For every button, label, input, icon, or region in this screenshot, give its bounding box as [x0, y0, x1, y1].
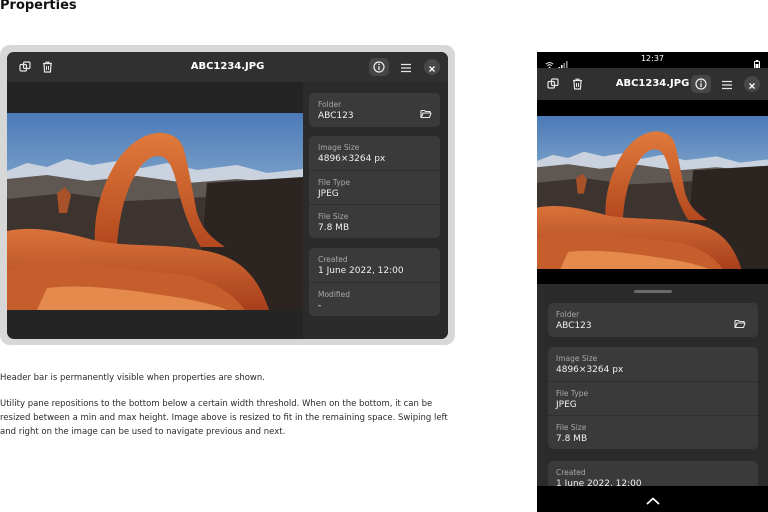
desktop-window: ABC1234.JPG Folder ABC123 Image Size 489…: [7, 52, 448, 339]
bottom-gesture-bar[interactable]: [537, 486, 768, 512]
mobile-close-button[interactable]: [744, 76, 760, 92]
file-size-value: 7.8 MB: [318, 223, 350, 233]
dates-card: Created 1 June 2022, 12:00 Modified -: [309, 248, 440, 316]
main-menu-button[interactable]: [396, 58, 416, 76]
mobile-header-bar: ABC1234.JPG: [537, 68, 768, 100]
header-bar: ABC1234.JPG: [7, 52, 448, 82]
created-label: Created: [318, 255, 348, 264]
close-icon: [748, 75, 756, 94]
mobile-folder-card: Folder ABC123: [548, 303, 758, 337]
mobile-folder-value: ABC123: [556, 321, 592, 331]
info-icon: [373, 58, 385, 77]
folder-open-icon: [734, 314, 746, 333]
image-size-value: 4896×3264 px: [318, 154, 386, 164]
status-time: 12:37: [640, 54, 665, 63]
properties-toggle-button[interactable]: [369, 58, 389, 76]
image-details-card: Image Size 4896×3264 px File Type JPEG F…: [309, 136, 440, 238]
close-button[interactable]: [424, 59, 440, 75]
open-folder-button[interactable]: [420, 104, 432, 123]
mobile-properties-toggle-button[interactable]: [691, 75, 711, 93]
file-type-label: File Type: [318, 178, 351, 187]
mobile-folder-row: Folder ABC123: [548, 303, 758, 337]
modified-row: Modified -: [309, 282, 440, 316]
properties-pane: Folder ABC123 Image Size 4896×3264 px Fi…: [303, 82, 448, 339]
modified-label: Modified: [318, 290, 351, 299]
created-row: Created 1 June 2022, 12:00: [309, 248, 440, 282]
mobile-file-size-label: File Size: [556, 423, 587, 432]
folder-open-icon: [420, 104, 432, 123]
mobile-image-details-card: Image Size 4896×3264 px File Type JPEG F…: [548, 347, 758, 449]
mobile-file-size-row: File Size 7.8 MB: [548, 415, 758, 449]
mobile-file-size-value: 7.8 MB: [556, 434, 588, 444]
created-value: 1 June 2022, 12:00: [318, 266, 404, 276]
mobile-image-size-value: 4896×3264 px: [556, 365, 624, 375]
mobile-image-size-row: Image Size 4896×3264 px: [548, 347, 758, 381]
close-icon: [428, 58, 436, 77]
mobile-file-type-label: File Type: [556, 389, 589, 398]
folder-card: Folder ABC123: [309, 93, 440, 127]
photo[interactable]: [7, 113, 303, 310]
page-title: Properties: [0, 0, 77, 13]
modified-value: -: [318, 301, 322, 311]
folder-row: Folder ABC123: [309, 93, 440, 127]
menu-icon: [721, 75, 733, 94]
mobile-open-folder-button[interactable]: [734, 314, 746, 333]
mobile-properties-pane: Folder ABC123 Image Size 4896×3264 px Fi…: [537, 284, 768, 512]
status-bar: 12:37: [537, 52, 768, 71]
mobile-created-label: Created: [556, 468, 586, 477]
menu-icon: [400, 58, 412, 77]
file-type-value: JPEG: [318, 189, 339, 199]
chevron-up-icon: [646, 490, 660, 509]
resize-handle[interactable]: [634, 290, 672, 293]
file-size-label: File Size: [318, 212, 349, 221]
description-paragraph-1: Header bar is permanently visible when p…: [0, 373, 265, 383]
mobile-image-size-label: Image Size: [556, 354, 598, 363]
file-type-row: File Type JPEG: [309, 170, 440, 204]
mobile-photo[interactable]: [537, 116, 768, 269]
mobile-file-type-value: JPEG: [556, 400, 577, 410]
description-paragraph-2: Utility pane repositions to the bottom b…: [0, 399, 448, 437]
file-size-row: File Size 7.8 MB: [309, 204, 440, 238]
image-size-label: Image Size: [318, 143, 360, 152]
mobile-window: 12:37 ABC1234.JPG Folder ABC123 Image Si…: [537, 52, 768, 512]
mobile-main-menu-button[interactable]: [717, 75, 737, 93]
mobile-folder-label: Folder: [556, 310, 580, 319]
info-icon: [695, 75, 707, 94]
image-size-row: Image Size 4896×3264 px: [309, 136, 440, 170]
mobile-file-type-row: File Type JPEG: [548, 381, 758, 415]
